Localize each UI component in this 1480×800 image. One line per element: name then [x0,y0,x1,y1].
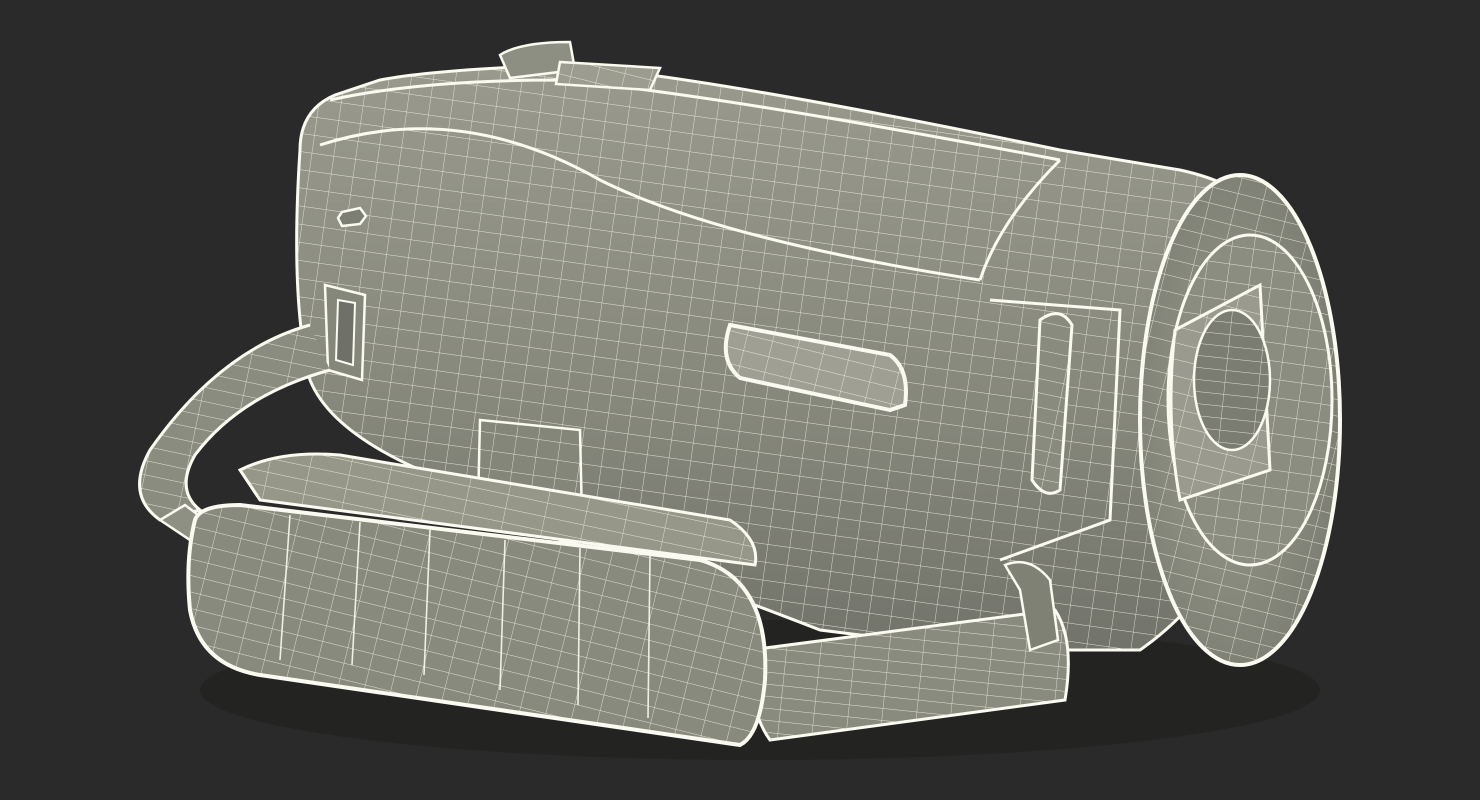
back-strap-mount [323,283,367,382]
render-viewport [0,0,1480,800]
back-hole [336,206,368,228]
camcorder-wireframe [138,40,1342,760]
lens-barrel [1138,173,1342,667]
